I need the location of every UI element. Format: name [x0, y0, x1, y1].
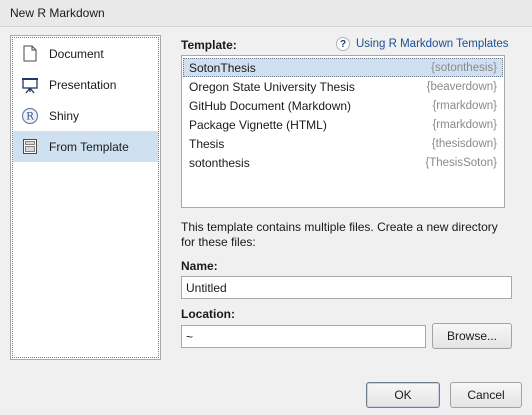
template-package: {sotonthesis} [431, 61, 497, 74]
template-package: {thesisdown} [431, 137, 497, 150]
template-package: {ThesisSoton} [425, 156, 497, 169]
browse-button[interactable]: Browse... [432, 323, 512, 349]
template-label: Template: [181, 38, 237, 52]
sidebar-item-label: Presentation [49, 77, 117, 92]
template-package: {rmarkdown} [432, 118, 497, 131]
template-item[interactable]: SotonThesis {sotonthesis} [183, 58, 503, 77]
window-title: New R Markdown [10, 6, 105, 20]
template-name: sotonthesis [189, 155, 250, 170]
template-list[interactable]: SotonThesis {sotonthesis} Oregon State U… [181, 55, 505, 208]
help-link-text: Using R Markdown Templates [356, 38, 509, 50]
document-icon [21, 45, 39, 63]
template-name: GitHub Document (Markdown) [189, 98, 352, 113]
template-package: {rmarkdown} [432, 99, 497, 112]
ok-button-label: OK [394, 388, 412, 402]
svg-text:R: R [26, 111, 34, 122]
template-package: {beaverdown} [426, 80, 497, 93]
sidebar-item-label: Document [49, 46, 104, 61]
sidebar-item-document[interactable]: Document [13, 38, 158, 69]
template-name: Thesis [189, 136, 225, 151]
template-item[interactable]: Thesis {thesisdown} [183, 134, 503, 153]
cancel-button[interactable]: Cancel [450, 382, 522, 408]
template-description: This template contains multiple files. C… [181, 220, 498, 249]
browse-button-label: Browse... [446, 329, 497, 343]
name-input[interactable] [181, 276, 512, 299]
sidebar-item-presentation[interactable]: Presentation [13, 69, 158, 100]
template-item[interactable]: Package Vignette (HTML) {rmarkdown} [183, 115, 503, 134]
ok-button[interactable]: OK [366, 382, 440, 408]
template-icon [21, 138, 39, 156]
cancel-button-label: Cancel [467, 388, 505, 402]
template-name: SotonThesis [189, 60, 256, 75]
template-item[interactable]: GitHub Document (Markdown) {rmarkdown} [183, 96, 503, 115]
presentation-icon [21, 76, 39, 94]
name-label: Name: [181, 259, 218, 273]
template-item[interactable]: sotonthesis {ThesisSoton} [183, 153, 503, 172]
location-input[interactable] [181, 325, 426, 348]
template-item[interactable]: Oregon State University Thesis {beaverdo… [183, 77, 503, 96]
window-titlebar: New R Markdown [0, 0, 532, 27]
shiny-icon: R [21, 107, 39, 125]
location-label: Location: [181, 307, 235, 321]
template-name: Package Vignette (HTML) [189, 117, 327, 132]
template-name: Oregon State University Thesis [189, 79, 355, 94]
question-circle-icon: ? [336, 37, 350, 51]
sidebar-item-from-template[interactable]: From Template [13, 131, 158, 162]
sidebar-item-label: Shiny [49, 108, 80, 123]
sidebar-item-shiny[interactable]: R Shiny [13, 100, 158, 131]
sidebar-item-label: From Template [49, 139, 129, 154]
format-sidebar: Document Presentation R Shiny From Templ… [10, 35, 161, 360]
template-help-link[interactable]: ? Using R Markdown Templates [336, 37, 509, 51]
